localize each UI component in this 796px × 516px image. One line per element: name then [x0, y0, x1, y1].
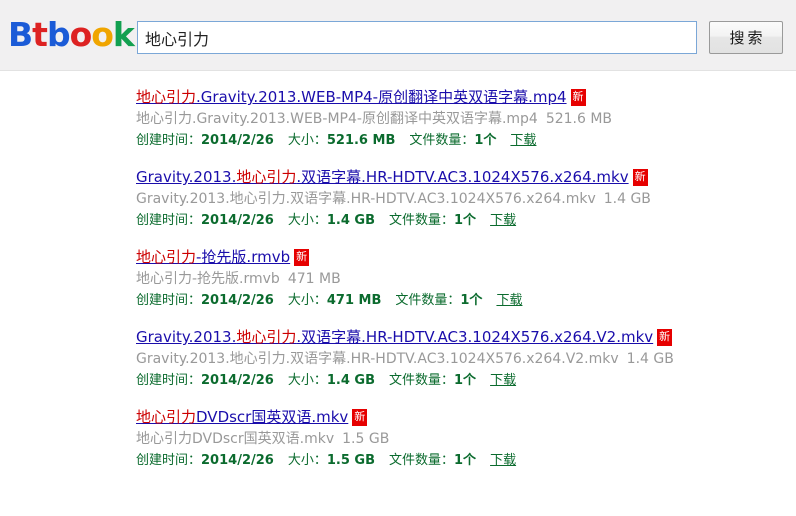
result-title-link[interactable]: Gravity.2013.地心引力.双语字幕.HR-HDTV.AC3.1024X…: [136, 328, 653, 346]
download-link[interactable]: 下载: [510, 133, 536, 148]
result-title-highlight: 地心引力: [136, 408, 197, 426]
created-time-value: 2014/2/26: [201, 213, 274, 228]
new-badge: 新: [294, 249, 310, 266]
file-count-value: 1个: [474, 133, 497, 148]
download-link[interactable]: 下载: [490, 453, 516, 468]
new-badge: 新: [570, 89, 586, 106]
size-label: 大小：: [287, 213, 327, 228]
new-badge: 新: [657, 329, 673, 346]
file-count-label: 文件数量：: [389, 373, 455, 388]
result-meta-row: 创建时间：2014/2/26 大小：1.4 GB 文件数量：1个 下载: [136, 210, 796, 231]
file-count-label: 文件数量：: [389, 213, 455, 228]
logo-letter: t: [32, 15, 48, 54]
search-result-item: 地心引力-抢先版.rmvb 新地心引力-抢先版.rmvb 471 MB 创建时间：20…: [136, 247, 796, 311]
result-title-row: 地心引力DVDscr国英双语.mkv 新: [136, 407, 796, 429]
search-button[interactable]: 搜索: [709, 21, 783, 54]
logo-letter: o: [69, 15, 93, 54]
result-title-prefix: Gravity.2013.: [136, 168, 237, 186]
result-title-suffix: -抢先版.rmvb: [196, 248, 291, 266]
size-value: 1.4 GB: [326, 373, 375, 388]
result-title-row: 地心引力-抢先版.rmvb 新: [136, 247, 796, 269]
result-description-text: 地心引力.Gravity.2013.WEB-MP4-原创翻译中英双语字幕.mp4: [136, 111, 538, 127]
result-title-suffix: .双语字幕.HR-HDTV.AC3.1024X576.x264.mkv: [296, 168, 629, 186]
result-description-text: Gravity.2013.地心引力.双语字幕.HR-HDTV.AC3.1024X…: [136, 351, 619, 367]
size-value: 471 MB: [326, 293, 382, 308]
result-title-suffix: .Gravity.2013.WEB-MP4-原创翻译中英双语字幕.mp4: [196, 88, 567, 106]
result-title-link[interactable]: 地心引力DVDscr国英双语.mkv: [136, 408, 348, 426]
result-description-size: 521.6 MB: [545, 111, 613, 127]
logo-letter: o: [91, 15, 114, 54]
result-meta-row: 创建时间：2014/2/26 大小：1.5 GB 文件数量：1个 下载: [136, 450, 796, 471]
result-description-text: 地心引力DVDscr国英双语.mkv: [136, 431, 335, 447]
new-badge: 新: [632, 169, 648, 186]
download-link[interactable]: 下载: [490, 373, 516, 388]
size-value: 1.4 GB: [326, 213, 375, 228]
size-value: 521.6 MB: [326, 133, 396, 148]
result-title-row: Gravity.2013.地心引力.双语字幕.HR-HDTV.AC3.1024X…: [136, 167, 796, 189]
created-time-label: 创建时间：: [136, 213, 202, 228]
result-title-prefix: Gravity.2013.: [136, 328, 237, 346]
new-badge: 新: [352, 409, 368, 426]
page-header: Btbook 搜索: [0, 0, 796, 71]
result-title-highlight: 地心引力: [236, 328, 297, 346]
size-value: 1.5 GB: [326, 453, 375, 468]
result-title-highlight: 地心引力: [136, 88, 197, 106]
result-title-row: 地心引力.Gravity.2013.WEB-MP4-原创翻译中英双语字幕.mp4…: [136, 87, 796, 109]
download-link[interactable]: 下载: [490, 213, 516, 228]
result-title-suffix: .双语字幕.HR-HDTV.AC3.1024X576.x264.V2.mkv: [296, 328, 654, 346]
file-count-value: 1个: [460, 293, 483, 308]
search-result-item: Gravity.2013.地心引力.双语字幕.HR-HDTV.AC3.1024X…: [136, 327, 796, 391]
size-label: 大小：: [287, 293, 327, 308]
result-meta-row: 创建时间：2014/2/26 大小：1.4 GB 文件数量：1个 下载: [136, 370, 796, 391]
result-description: 地心引力-抢先版.rmvb 471 MB: [136, 269, 796, 290]
search-result-item: Gravity.2013.地心引力.双语字幕.HR-HDTV.AC3.1024X…: [136, 167, 796, 231]
logo-letter: B: [8, 15, 33, 54]
result-description: 地心引力.Gravity.2013.WEB-MP4-原创翻译中英双语字幕.mp4…: [136, 109, 796, 130]
file-count-label: 文件数量：: [409, 133, 475, 148]
file-count-value: 1个: [454, 213, 477, 228]
result-title-link[interactable]: 地心引力-抢先版.rmvb: [136, 248, 290, 266]
size-label: 大小：: [287, 453, 327, 468]
logo-letter: b: [46, 15, 71, 54]
created-time-label: 创建时间：: [136, 293, 202, 308]
result-description-text: Gravity.2013.地心引力.双语字幕.HR-HDTV.AC3.1024X…: [136, 191, 596, 207]
result-meta-row: 创建时间：2014/2/26 大小：471 MB 文件数量：1个 下载: [136, 290, 796, 311]
search-result-item: 地心引力.Gravity.2013.WEB-MP4-原创翻译中英双语字幕.mp4…: [136, 87, 796, 151]
result-meta-row: 创建时间：2014/2/26 大小：521.6 MB 文件数量：1个 下载: [136, 130, 796, 151]
result-title-highlight: 地心引力: [136, 248, 197, 266]
result-description-size: 471 MB: [287, 271, 341, 287]
file-count-value: 1个: [454, 373, 477, 388]
result-description-size: 1.4 GB: [626, 351, 674, 367]
created-time-label: 创建时间：: [136, 373, 202, 388]
logo-letter: k: [112, 15, 135, 54]
site-logo[interactable]: Btbook: [8, 15, 135, 54]
result-description-text: 地心引力-抢先版.rmvb: [136, 271, 280, 287]
search-results-list: 地心引力.Gravity.2013.WEB-MP4-原创翻译中英双语字幕.mp4…: [0, 71, 796, 471]
result-description-size: 1.5 GB: [342, 431, 390, 447]
search-input[interactable]: [137, 21, 697, 54]
result-description-size: 1.4 GB: [603, 191, 651, 207]
size-label: 大小：: [287, 133, 327, 148]
created-time-value: 2014/2/26: [201, 453, 274, 468]
file-count-value: 1个: [454, 453, 477, 468]
file-count-label: 文件数量：: [395, 293, 461, 308]
result-description: Gravity.2013.地心引力.双语字幕.HR-HDTV.AC3.1024X…: [136, 189, 796, 210]
created-time-value: 2014/2/26: [201, 293, 274, 308]
result-description: Gravity.2013.地心引力.双语字幕.HR-HDTV.AC3.1024X…: [136, 349, 796, 370]
search-result-item: 地心引力DVDscr国英双语.mkv 新地心引力DVDscr国英双语.mkv 1.5…: [136, 407, 796, 471]
created-time-label: 创建时间：: [136, 133, 202, 148]
file-count-label: 文件数量：: [389, 453, 455, 468]
result-title-row: Gravity.2013.地心引力.双语字幕.HR-HDTV.AC3.1024X…: [136, 327, 796, 349]
result-description: 地心引力DVDscr国英双语.mkv 1.5 GB: [136, 429, 796, 450]
result-title-suffix: DVDscr国英双语.mkv: [196, 408, 349, 426]
result-title-highlight: 地心引力: [236, 168, 297, 186]
created-time-value: 2014/2/26: [201, 373, 274, 388]
created-time-label: 创建时间：: [136, 453, 202, 468]
result-title-link[interactable]: Gravity.2013.地心引力.双语字幕.HR-HDTV.AC3.1024X…: [136, 168, 629, 186]
result-title-link[interactable]: 地心引力.Gravity.2013.WEB-MP4-原创翻译中英双语字幕.mp4: [136, 88, 567, 106]
size-label: 大小：: [287, 373, 327, 388]
download-link[interactable]: 下载: [496, 293, 522, 308]
created-time-value: 2014/2/26: [201, 133, 274, 148]
